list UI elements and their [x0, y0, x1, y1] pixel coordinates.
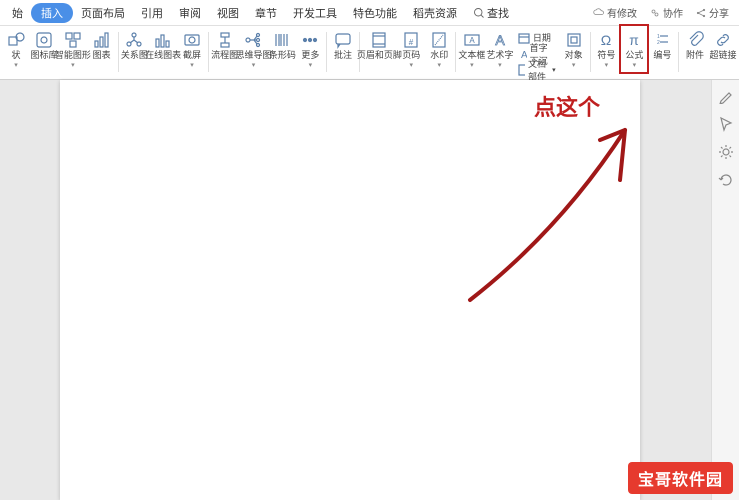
tab-features[interactable]: 特色功能 — [345, 2, 405, 24]
mindmap-button[interactable]: 思维导图▾ — [239, 28, 269, 71]
barcode-icon — [273, 31, 291, 49]
tab-insert[interactable]: 插入 — [31, 3, 73, 23]
attachment-button[interactable]: 附件 — [681, 28, 709, 63]
doc-parts-icon — [518, 64, 525, 76]
screenshot-icon — [183, 31, 201, 49]
mindmap-icon — [244, 31, 262, 49]
svg-text:A: A — [469, 36, 475, 45]
watermark-button[interactable]: 水印▾ — [425, 28, 453, 71]
hyperlink-button[interactable]: 超链接 — [709, 28, 737, 63]
hyperlink-icon — [714, 31, 732, 49]
chart-icon — [93, 31, 111, 49]
object-icon — [565, 31, 583, 49]
numbering-button[interactable]: 12编号 — [648, 28, 676, 63]
search-button[interactable]: 查找 — [465, 2, 517, 24]
chart-button[interactable]: 图表 — [88, 28, 116, 63]
shapes-button[interactable]: 状▾ — [2, 28, 30, 71]
search-label: 查找 — [487, 5, 509, 21]
page-number-button[interactable]: #页码▾ — [397, 28, 425, 71]
cursor-icon — [718, 116, 734, 132]
tab-resources[interactable]: 稻壳资源 — [405, 2, 465, 24]
svg-text:A: A — [521, 50, 527, 60]
annotation-arrow — [440, 110, 660, 310]
document-page[interactable]: 点这个 — [60, 80, 640, 500]
flowchart-button[interactable]: 流程图 — [211, 28, 239, 63]
share-icon — [695, 7, 707, 19]
screenshot-button[interactable]: 截屏▾ — [178, 28, 206, 71]
header-footer-icon — [370, 31, 388, 49]
icon-library-button[interactable]: 图标库 — [30, 28, 58, 63]
svg-text:Ω: Ω — [601, 32, 611, 48]
tab-references[interactable]: 引用 — [133, 2, 171, 24]
tab-view[interactable]: 视图 — [209, 2, 247, 24]
textbox-button[interactable]: A文本框▾ — [458, 28, 486, 71]
menu-bar: 始 插入 页面布局 引用 审阅 视图 章节 开发工具 特色功能 稻壳资源 查找 … — [0, 0, 739, 26]
watermark-icon — [430, 31, 448, 49]
smartart-icon — [64, 31, 82, 49]
smartart-button[interactable]: 智能图形▾ — [58, 28, 88, 71]
more-button[interactable]: 更多▾ — [296, 28, 324, 71]
wordart-button[interactable]: A艺术字▾ — [486, 28, 514, 71]
sidebar-refresh[interactable] — [718, 172, 734, 188]
header-footer-button[interactable]: 页眉和页脚 — [362, 28, 398, 63]
cloud-icon — [593, 7, 605, 19]
comment-button[interactable]: 批注 — [329, 28, 357, 63]
symbol-icon: Ω — [597, 31, 615, 49]
dropcap-icon: A — [518, 48, 527, 60]
svg-text:A: A — [495, 32, 505, 48]
shapes-icon — [7, 31, 25, 49]
collab-icon — [649, 7, 661, 19]
tab-review[interactable]: 审阅 — [171, 2, 209, 24]
flowchart-icon — [216, 31, 234, 49]
tab-chapter[interactable]: 章节 — [247, 2, 285, 24]
sidebar-pen-tool[interactable] — [718, 88, 734, 104]
tab-page-layout[interactable]: 页面布局 — [73, 2, 133, 24]
tab-start[interactable]: 始 — [4, 2, 31, 24]
tab-devtools[interactable]: 开发工具 — [285, 2, 345, 24]
symbol-button[interactable]: Ω符号▾ — [592, 28, 620, 71]
relation-icon — [125, 31, 143, 49]
svg-text:2: 2 — [657, 40, 660, 46]
modify-status[interactable]: 有修改 — [587, 5, 643, 20]
comment-icon — [334, 31, 352, 49]
equation-icon: π — [625, 31, 643, 49]
doc-parts-button[interactable]: 文档部件▾ — [518, 62, 556, 77]
numbering-icon: 12 — [653, 31, 671, 49]
right-sidebar — [711, 80, 739, 500]
online-chart-icon — [154, 31, 172, 49]
wordart-icon: A — [491, 31, 509, 49]
page-number-icon: # — [402, 31, 420, 49]
textbox-icon: A — [463, 31, 481, 49]
sidebar-settings[interactable] — [718, 144, 734, 160]
insert-stack: 日期 A首字下沉 文档部件▾ — [514, 28, 560, 79]
site-watermark: 宝哥软件园 — [628, 462, 733, 494]
document-area: 点这个 99 — [0, 80, 711, 500]
barcode-button[interactable]: 条形码 — [268, 28, 296, 63]
search-icon — [473, 7, 485, 19]
more-icon — [301, 31, 319, 49]
collab-button[interactable]: 协作 — [643, 5, 689, 20]
relation-chart-button[interactable]: 关系图 — [120, 28, 148, 63]
pen-icon — [718, 88, 734, 104]
object-button[interactable]: 对象▾ — [560, 28, 588, 71]
ribbon-insert: 状▾ 图标库 智能图形▾ 图表 关系图 在线图表 截屏▾ 流程图 思维导图▾ 条… — [0, 26, 739, 80]
refresh-icon — [718, 172, 734, 188]
date-icon — [518, 32, 530, 44]
icon-library-icon — [35, 31, 53, 49]
share-button[interactable]: 分享 — [689, 5, 735, 20]
svg-text:#: # — [409, 38, 414, 47]
attachment-icon — [686, 31, 704, 49]
equation-button[interactable]: π公式▾ — [620, 28, 648, 71]
online-chart-button[interactable]: 在线图表 — [148, 28, 178, 63]
svg-text:π: π — [630, 32, 640, 48]
gear-icon — [718, 144, 734, 160]
sidebar-select-tool[interactable] — [718, 116, 734, 132]
